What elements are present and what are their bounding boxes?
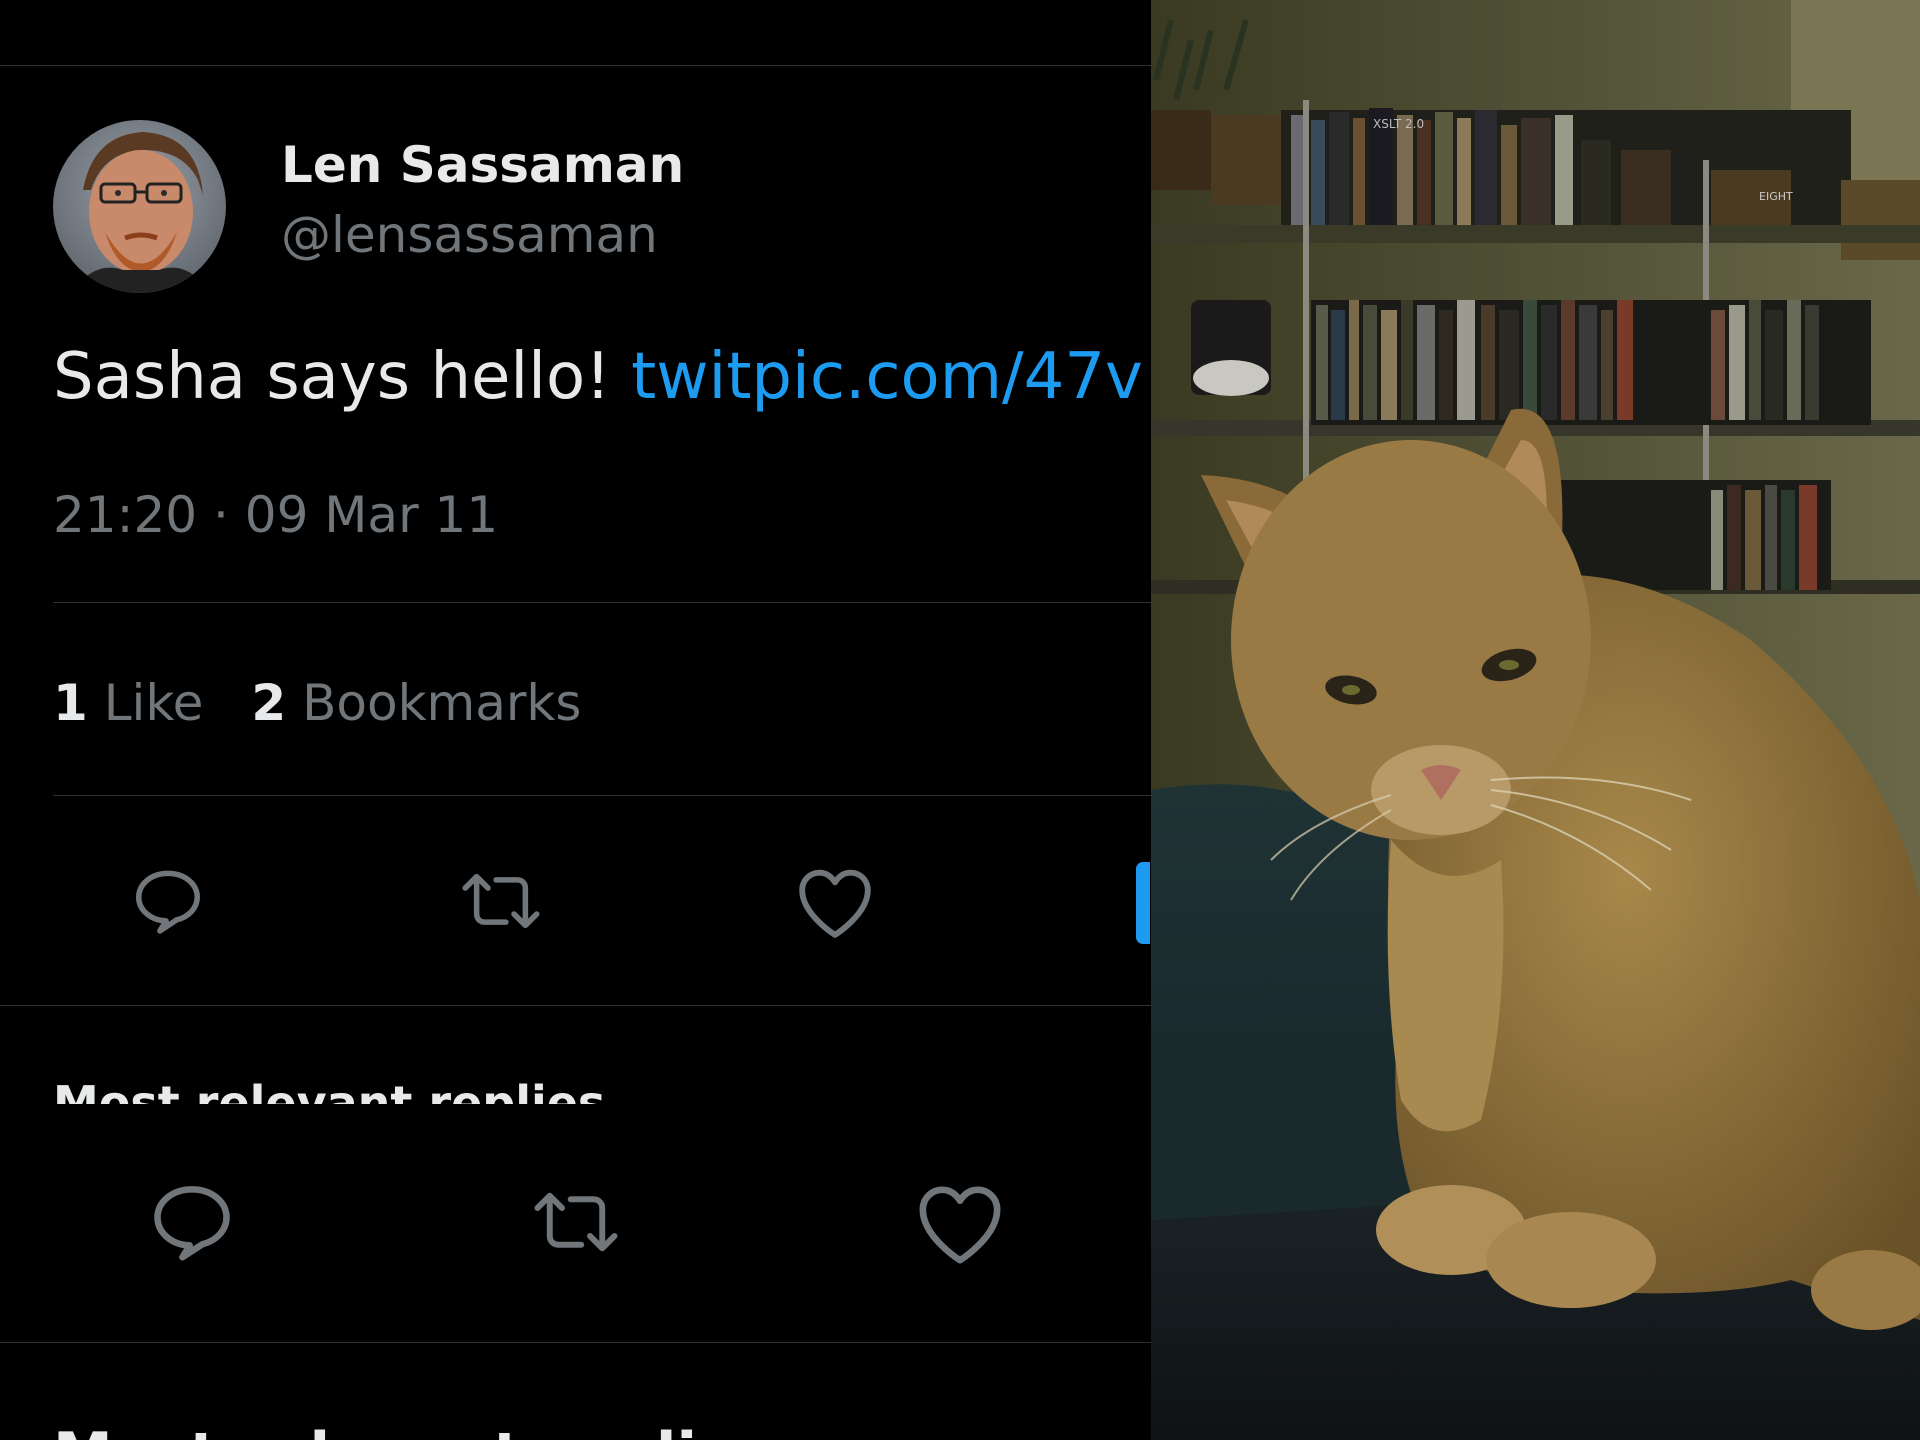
reply-icon[interactable] [142, 1176, 242, 1268]
screenshot-collage: Len Sassaman @lensassaman Sasha says hel… [0, 0, 1920, 1440]
avatar[interactable] [53, 120, 226, 293]
avatar-photo [53, 120, 226, 293]
more-replies-label: Most relevant replies [53, 1420, 773, 1440]
share-icon[interactable] [1136, 862, 1150, 944]
replies-sort-label: Most relevant replies [53, 1076, 606, 1104]
likes-stat[interactable]: 1 Like [53, 674, 203, 732]
bookmarks-label: Bookmarks [302, 674, 582, 732]
retweet-icon[interactable] [520, 1180, 632, 1264]
like-icon[interactable] [793, 864, 877, 940]
tweet-body-text: Sasha says hello! [53, 340, 632, 414]
timestamp-divider [53, 602, 1151, 603]
more-replies-heading-clipped: Most relevant replies [53, 1420, 773, 1440]
cat-photo-image: XSLT 2.0 EIGHT [1151, 0, 1920, 1440]
retweet-icon[interactable] [451, 862, 551, 940]
author-display-name[interactable]: Len Sassaman [281, 136, 684, 194]
bookmarks-count: 2 [251, 674, 287, 732]
stats-divider [53, 795, 1151, 796]
tweet-stats: 1 Like 2 Bookmarks [53, 674, 581, 732]
like-icon[interactable] [912, 1180, 1008, 1266]
likes-count: 1 [53, 674, 88, 732]
tweet-timestamp[interactable]: 21:20 · 09 Mar 11 [53, 486, 498, 544]
bookmarks-stat[interactable]: 2 Bookmarks [251, 674, 581, 732]
book-spine-eight: EIGHT [1759, 190, 1793, 203]
bottom-divider [0, 1342, 1151, 1343]
actions-divider [0, 1005, 1151, 1006]
author-handle[interactable]: @lensassaman [281, 206, 658, 264]
top-divider [0, 65, 1151, 66]
reply-icon[interactable] [126, 862, 210, 940]
likes-label: Like [103, 674, 204, 732]
replies-sort-toggle[interactable]: Most relevant replies ⌄ [53, 1072, 658, 1104]
tweet-panel: Len Sassaman @lensassaman Sasha says hel… [0, 0, 1151, 1440]
cat-photo[interactable]: XSLT 2.0 EIGHT [1151, 0, 1920, 1440]
book-spine-xslt: XSLT 2.0 [1373, 117, 1424, 131]
tweet-text: Sasha says hello! twitpic.com/47v [53, 340, 1143, 414]
chevron-down-icon: ⌄ [629, 1083, 658, 1104]
tweet-link[interactable]: twitpic.com/47v [631, 340, 1143, 414]
